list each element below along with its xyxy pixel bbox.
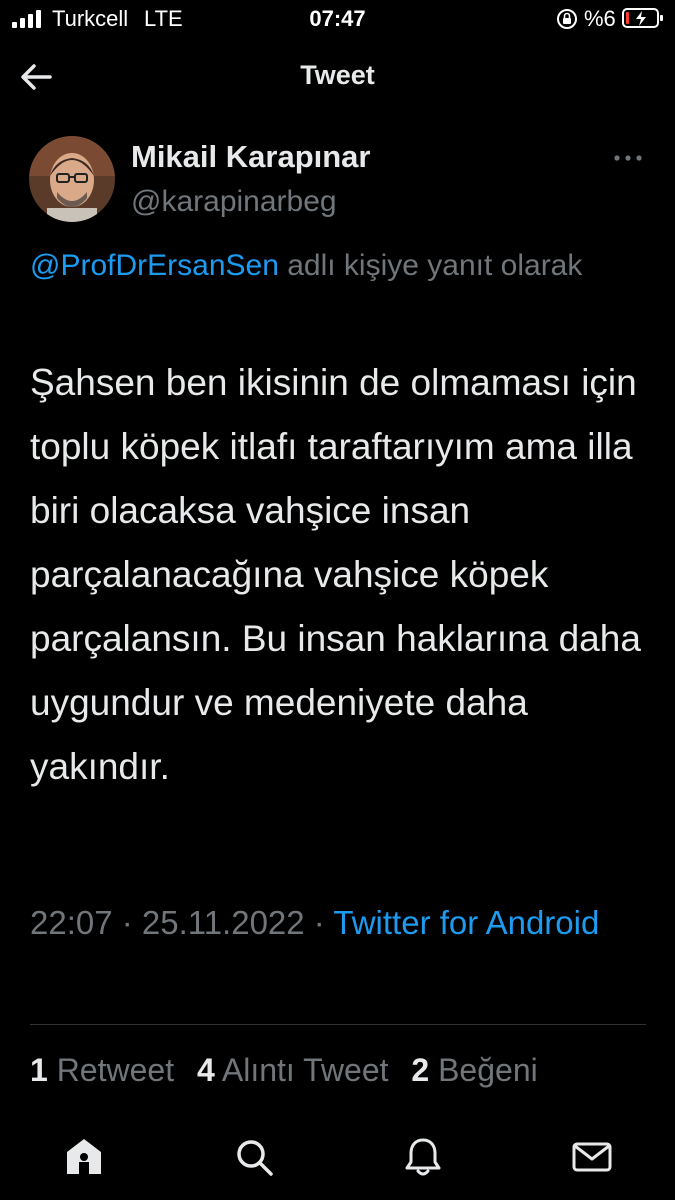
tweet-time[interactable]: 22:07	[30, 904, 113, 941]
quotes-label: Alıntı Tweet	[221, 1052, 389, 1088]
tweet-date[interactable]: 25.11.2022	[142, 904, 305, 941]
author-handle[interactable]: @karapinarbeg	[131, 185, 337, 219]
reply-context: @ProfDrErsanSen adlı kişiye yanıt olarak	[30, 240, 630, 292]
status-bar: Turkcell LTE 07:47 %6	[0, 0, 675, 38]
quotes-count: 4	[196, 1052, 215, 1088]
messages-icon[interactable]	[571, 1136, 613, 1178]
bottom-nav	[0, 1130, 675, 1200]
battery-icon	[622, 8, 663, 28]
meta-separator: ·	[112, 904, 142, 941]
meta-separator: ·	[304, 904, 334, 941]
more-options-icon[interactable]	[612, 148, 644, 168]
tweet-text: Şahsen ben ikisinin de olmaması için top…	[30, 362, 641, 787]
author-name[interactable]: Mikail Karapınar	[131, 139, 370, 175]
tweet-detail-screen: Turkcell LTE 07:47 %6 Tweet Mikail Karap…	[0, 0, 675, 1200]
home-icon[interactable]	[63, 1136, 105, 1178]
avatar[interactable]	[29, 136, 115, 222]
quotes-stat[interactable]: 4 Alıntı Tweet	[197, 1052, 389, 1088]
retweets-label: Retweet	[56, 1052, 175, 1088]
search-icon[interactable]	[233, 1136, 275, 1178]
likes-count: 2	[411, 1052, 430, 1088]
battery-percent: %6	[584, 6, 616, 31]
reply-mention-link[interactable]: @ProfDrErsanSen	[30, 249, 279, 282]
tweet-source-link[interactable]: Twitter for Android	[333, 904, 599, 941]
retweets-count: 1	[30, 1052, 48, 1088]
likes-stat[interactable]: 2 Beğeni	[411, 1052, 537, 1088]
reply-context-text: adlı kişiye yanıt olarak	[278, 249, 583, 282]
retweets-stat[interactable]: 1 Retweet	[30, 1052, 174, 1088]
tweet-meta: 22:07 · 25.11.2022 · Twitter for Android	[30, 898, 630, 948]
likes-label: Beğeni	[438, 1052, 538, 1088]
page-title: Tweet	[300, 60, 375, 90]
header: Tweet	[0, 44, 675, 110]
divider	[30, 1024, 646, 1025]
notifications-icon[interactable]	[402, 1136, 444, 1178]
tweet-stats: 1 Retweet 4 Alıntı Tweet 2 Beğeni	[30, 1052, 650, 1089]
rotation-lock-icon	[557, 9, 577, 29]
